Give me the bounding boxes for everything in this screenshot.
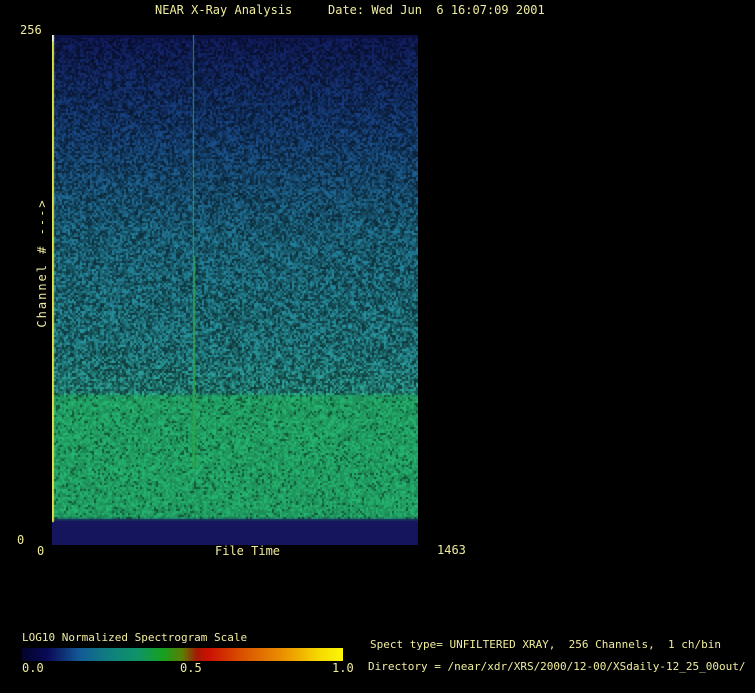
spect-type-text: Spect type= UNFILTERED XRAY, 256 Channel…	[370, 639, 721, 651]
x-axis-max-label: 1463	[437, 544, 466, 557]
y-axis-min-label: 0	[17, 534, 24, 547]
colorbar-gradient	[22, 648, 343, 661]
x-axis-title: File Time	[215, 545, 280, 558]
colorbar-title: LOG10 Normalized Spectrogram Scale	[22, 632, 247, 644]
app-window: NEAR X-Ray Analysis Date: Wed Jun 6 16:0…	[0, 0, 755, 693]
directory-text: Directory = /near/xdr/XRS/2000/12-00/XSd…	[368, 661, 746, 673]
colorbar-tick-max: 1.0	[332, 662, 354, 675]
page-title: NEAR X-Ray Analysis	[155, 4, 292, 17]
y-axis-title: Channel # --->	[35, 190, 49, 336]
x-axis-min-label: 0	[37, 545, 44, 558]
colorbar-tick-mid: 0.5	[180, 662, 202, 675]
y-axis-max-label: 256	[20, 24, 42, 37]
colorbar-tick-min: 0.0	[22, 662, 44, 675]
date-label: Date: Wed Jun 6 16:07:09 2001	[328, 4, 545, 17]
spectrogram-canvas	[52, 35, 418, 545]
